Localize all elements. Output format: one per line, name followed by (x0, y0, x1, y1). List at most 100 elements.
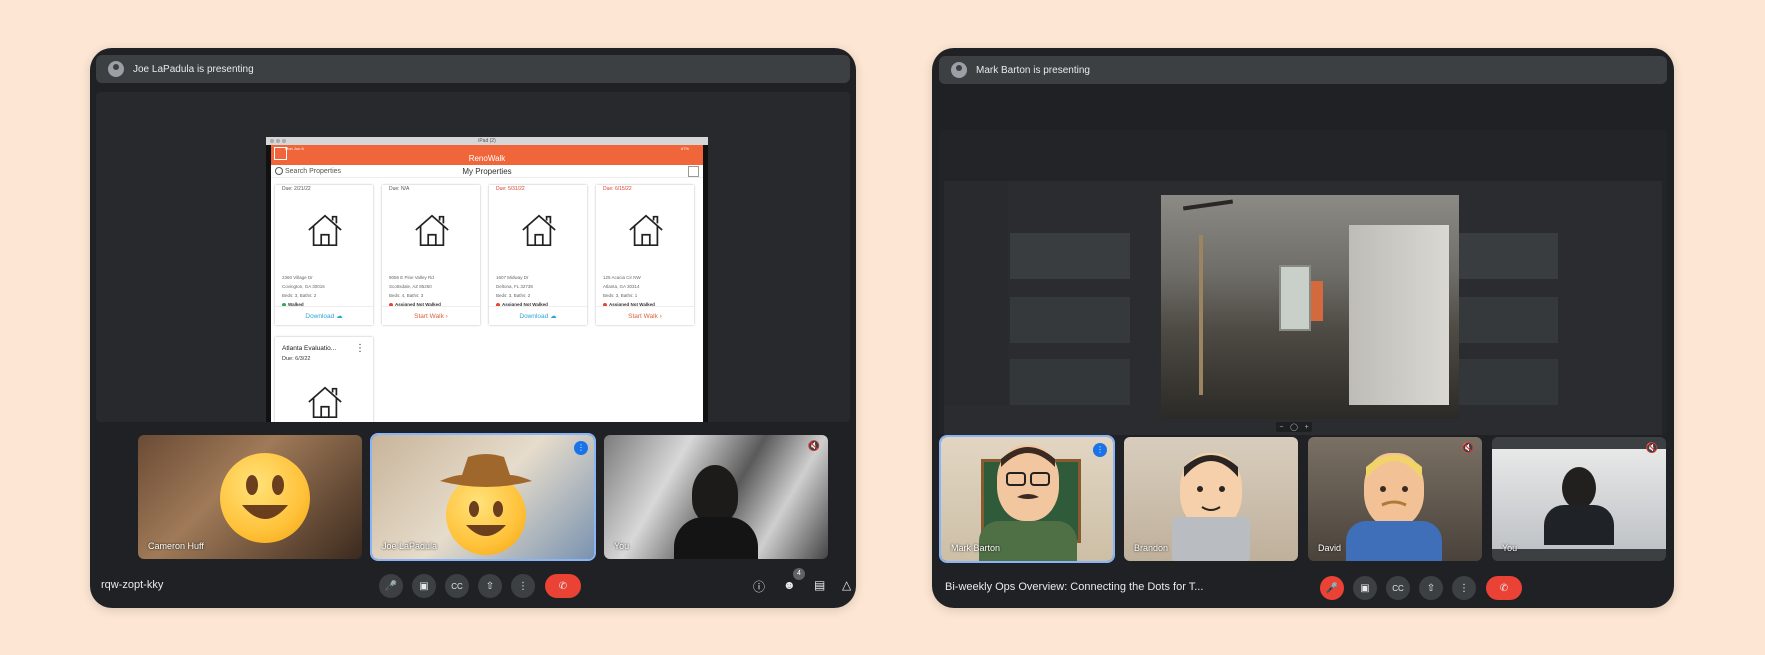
card-action-button[interactable]: Download ☁ (275, 306, 373, 325)
beds-baths: Beds: 3, Baths: 2 (496, 293, 531, 298)
property-card: Due: 6/15/22 125 Acacia Cir NW Atlanta, … (596, 185, 694, 325)
dimmed-thumbnail (1010, 297, 1130, 343)
participant-tile[interactable]: 🔇 David (1308, 437, 1482, 561)
card-address: 9056 E Pine Valley Rd Scottsdale, AZ 852… (389, 273, 441, 309)
more-vert-icon[interactable]: ⋮ (355, 343, 365, 354)
photo-post (1199, 235, 1203, 395)
participant-head (1562, 467, 1596, 509)
zoom-reset-icon[interactable]: ◯ (1290, 423, 1298, 431)
participant-name: You (614, 541, 630, 551)
card-address: 2360 Village Dr Covington, GA 30016 Beds… (282, 273, 325, 309)
participant-tile[interactable]: Cameron Huff (138, 435, 362, 559)
participant-tile[interactable]: Brandon (1124, 437, 1298, 561)
activities-icon[interactable]: △ (842, 578, 851, 592)
info-icon[interactable]: ⓘ (753, 578, 765, 595)
renowalk-app: Mon Jun 6 67% RenoWalk Search Properties… (271, 145, 703, 422)
participant-name: Mark Barton (951, 543, 1001, 553)
status-battery: 67% (680, 145, 689, 151)
present-button[interactable]: ⇧ (478, 574, 502, 598)
present-icon: ⇧ (1426, 582, 1436, 594)
action-label: Download (519, 312, 549, 320)
present-button[interactable]: ⇧ (1419, 576, 1443, 600)
photo-curtain (1311, 281, 1323, 321)
more-options-button[interactable]: ⋮ (511, 574, 535, 598)
action-label: Download (305, 312, 335, 320)
address-line-2: Deltona, FL 32738 (496, 284, 533, 289)
camera-button[interactable]: ▣ (1353, 576, 1377, 600)
mic-off-icon: 🔇 (807, 441, 820, 452)
camera-button[interactable]: ▣ (412, 574, 436, 598)
more-vert-icon: ⋮ (518, 580, 528, 592)
property-card: Due: N/A 9056 E Pine Valley Rd Scottsdal… (382, 185, 480, 325)
smiley-face-icon (220, 453, 310, 543)
mic-off-icon: 🎤 (1325, 582, 1339, 594)
people-icon[interactable]: ☻ (783, 578, 796, 592)
presenting-label: Mark Barton is presenting (976, 64, 1090, 76)
address-line-2: Covington, GA 30016 (282, 284, 325, 289)
presentation-stage[interactable]: − ◯ + (939, 130, 1667, 435)
captions-button[interactable]: CC (445, 574, 469, 598)
participant-video (692, 465, 738, 523)
participant-name: David (1318, 543, 1342, 553)
status-time: Mon Jun 6 (285, 145, 304, 151)
app-logo-icon (274, 147, 287, 160)
menu-icon (688, 166, 699, 177)
search-row: Search Properties My Properties (271, 165, 703, 178)
presentation-stage[interactable]: iPad (2) Mon Jun 6 67% RenoWalk Search P… (96, 92, 850, 422)
participant-body (674, 517, 758, 559)
present-icon: ⇧ (485, 580, 495, 592)
speaking-indicator-icon: ⋮ (574, 441, 588, 455)
card-action-button[interactable]: Download ☁ (489, 306, 587, 325)
participant-tile[interactable]: ⋮ Joe LaPadula (370, 433, 596, 561)
beds-baths: Beds: 3, Baths: 2 (282, 293, 317, 298)
action-icon: ☁ (334, 313, 343, 320)
action-icon: ☁ (548, 313, 557, 320)
house-icon (415, 214, 449, 247)
app-header: RenoWalk (271, 147, 703, 165)
mic-off-icon: 🔇 (1645, 443, 1658, 454)
laptop-icon (1172, 517, 1250, 561)
mic-button[interactable]: 🎤 (1320, 576, 1344, 600)
action-icon: › (443, 312, 448, 320)
participant-tile[interactable]: ⋮ Mark Barton (939, 435, 1115, 563)
more-options-button[interactable]: ⋮ (1452, 576, 1476, 600)
address-line-1: 2360 Village Dr (282, 275, 313, 280)
presenting-banner: Joe LaPadula is presenting (96, 55, 850, 83)
zoom-out-icon[interactable]: − (1279, 424, 1283, 431)
chat-icon[interactable]: ▤ (814, 578, 825, 592)
participant-tile[interactable]: 🔇 You (604, 435, 828, 559)
card-address: 125 Acacia Cir NW Atlanta, GA 30314 Beds… (603, 273, 655, 309)
card-action-button[interactable]: Start Walk › (382, 306, 480, 325)
leave-call-button[interactable]: ✆ (1486, 576, 1522, 600)
property-cards: Due: 2/21/22 2360 Village Dr Covington, … (275, 185, 699, 422)
house-icon (629, 214, 663, 247)
shared-screen: iPad (2) Mon Jun 6 67% RenoWalk Search P… (266, 137, 708, 422)
meeting-window-right: Mark Barton is presenting − ◯ + ⋮ Mark B… (932, 48, 1674, 608)
captions-button[interactable]: CC (1386, 576, 1410, 600)
participant-video (1492, 449, 1666, 549)
meeting-code: rqw-zopt-kky (101, 579, 164, 591)
cowboy-hat-icon (438, 453, 534, 487)
camera-icon: ▣ (419, 580, 429, 592)
card-due: Due: 2/21/22 (282, 186, 311, 192)
participant-name: Joe LaPadula (382, 541, 438, 551)
leave-call-button[interactable]: ✆ (545, 574, 581, 598)
participant-tile[interactable]: 🔇 You (1492, 437, 1666, 561)
mic-button[interactable]: 🎤 (379, 574, 403, 598)
card-action-button[interactable]: Start Walk › (596, 306, 694, 325)
participant-body (979, 521, 1077, 561)
participant-body (1346, 521, 1442, 561)
teacher-emoji-icon (997, 445, 1059, 521)
card-due: Due: N/A (389, 186, 410, 192)
action-label: Start Walk (414, 312, 444, 320)
zoom-in-icon[interactable]: + (1305, 424, 1309, 431)
address-line-1: 9056 E Pine Valley Rd (389, 275, 434, 280)
room-photo[interactable] (1161, 195, 1459, 419)
photo-door (1279, 265, 1311, 331)
house-icon (308, 386, 342, 419)
window-titlebar: iPad (2) (266, 137, 708, 145)
zoom-controls[interactable]: − ◯ + (1276, 422, 1312, 432)
dimmed-thumbnail (1010, 359, 1130, 405)
card-address: 1607 Midway Dr Deltona, FL 32738 Beds: 3… (496, 273, 548, 309)
dimmed-sidebar (944, 181, 1008, 405)
